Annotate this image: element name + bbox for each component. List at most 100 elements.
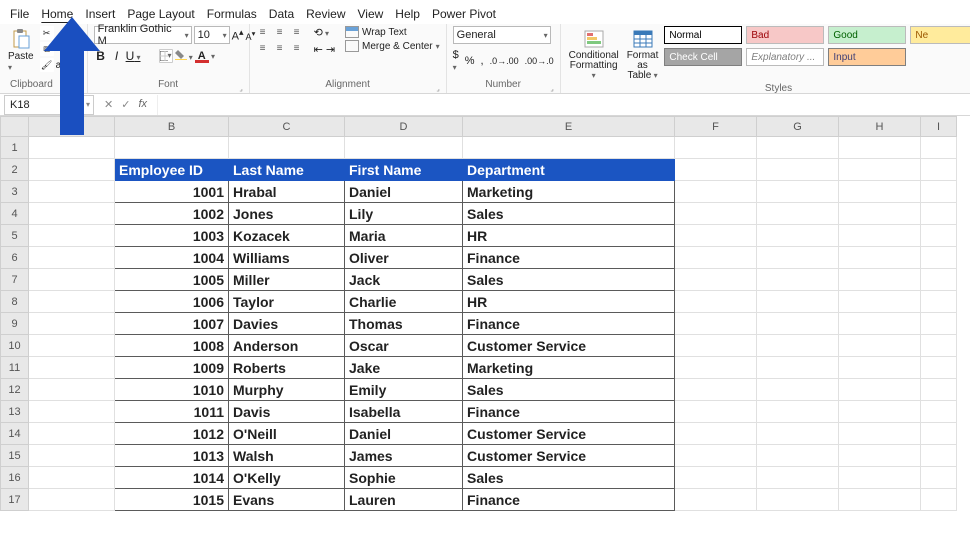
cell[interactable] bbox=[921, 313, 957, 335]
cell[interactable] bbox=[757, 357, 839, 379]
cell[interactable]: Emily bbox=[345, 379, 463, 401]
cell[interactable]: Jones bbox=[229, 203, 345, 225]
col-header-g[interactable]: G bbox=[757, 117, 839, 137]
formula-input[interactable] bbox=[157, 95, 970, 115]
cell[interactable]: Davis bbox=[229, 401, 345, 423]
cell[interactable]: Last Name bbox=[229, 159, 345, 181]
style-check-cell[interactable]: Check Cell bbox=[664, 48, 742, 66]
cell[interactable]: Roberts bbox=[229, 357, 345, 379]
cell[interactable] bbox=[675, 137, 757, 159]
cell[interactable] bbox=[29, 489, 115, 511]
row-header[interactable]: 12 bbox=[1, 379, 29, 401]
cell[interactable] bbox=[29, 247, 115, 269]
cell[interactable]: 1007 bbox=[115, 313, 229, 335]
cell[interactable] bbox=[29, 225, 115, 247]
cell[interactable]: 1011 bbox=[115, 401, 229, 423]
cell[interactable] bbox=[675, 335, 757, 357]
style-explanatory-[interactable]: Explanatory ... bbox=[746, 48, 824, 66]
menu-help[interactable]: Help bbox=[395, 7, 420, 21]
cell[interactable] bbox=[757, 247, 839, 269]
cell[interactable] bbox=[921, 291, 957, 313]
menu-view[interactable]: View bbox=[358, 7, 384, 21]
cell[interactable]: Maria bbox=[345, 225, 463, 247]
cell[interactable] bbox=[757, 401, 839, 423]
cell[interactable]: Sales bbox=[463, 379, 675, 401]
cell[interactable]: 1006 bbox=[115, 291, 229, 313]
align-right[interactable]: ≡ bbox=[290, 42, 304, 56]
cell[interactable]: 1008 bbox=[115, 335, 229, 357]
col-header-h[interactable]: H bbox=[839, 117, 921, 137]
cell[interactable]: Evans bbox=[229, 489, 345, 511]
underline-button[interactable]: U bbox=[126, 49, 141, 63]
cell[interactable] bbox=[463, 137, 675, 159]
cell[interactable] bbox=[675, 401, 757, 423]
cell[interactable]: 1013 bbox=[115, 445, 229, 467]
cell[interactable] bbox=[29, 401, 115, 423]
cell[interactable] bbox=[921, 247, 957, 269]
merge-center-button[interactable]: Merge & Center bbox=[345, 40, 440, 52]
font-size-select[interactable]: 10 bbox=[194, 26, 230, 44]
cell[interactable]: Sophie bbox=[345, 467, 463, 489]
cell[interactable]: Anderson bbox=[229, 335, 345, 357]
style-normal[interactable]: Normal bbox=[664, 26, 742, 44]
cell[interactable] bbox=[29, 423, 115, 445]
cell[interactable]: Marketing bbox=[463, 181, 675, 203]
cell[interactable] bbox=[757, 467, 839, 489]
cell[interactable] bbox=[29, 269, 115, 291]
cell[interactable] bbox=[675, 423, 757, 445]
italic-button[interactable]: I bbox=[110, 49, 124, 63]
col-header-i[interactable]: I bbox=[921, 117, 957, 137]
cell[interactable] bbox=[229, 137, 345, 159]
cell[interactable]: Employee ID bbox=[115, 159, 229, 181]
row-header[interactable]: 14 bbox=[1, 423, 29, 445]
cell[interactable]: Charlie bbox=[345, 291, 463, 313]
cell[interactable] bbox=[839, 269, 921, 291]
align-top[interactable]: ≡ bbox=[256, 26, 270, 40]
cell[interactable] bbox=[675, 247, 757, 269]
cell[interactable] bbox=[675, 225, 757, 247]
cell[interactable]: Isabella bbox=[345, 401, 463, 423]
cell[interactable] bbox=[921, 489, 957, 511]
menu-review[interactable]: Review bbox=[306, 7, 345, 21]
cell[interactable]: Customer Service bbox=[463, 445, 675, 467]
cell[interactable]: Department bbox=[463, 159, 675, 181]
cell[interactable] bbox=[29, 181, 115, 203]
cell[interactable]: Williams bbox=[229, 247, 345, 269]
row-header[interactable]: 8 bbox=[1, 291, 29, 313]
increase-indent[interactable]: ⇥ bbox=[326, 43, 335, 56]
col-header-c[interactable]: C bbox=[229, 117, 345, 137]
menu-formulas[interactable]: Formulas bbox=[207, 7, 257, 21]
cancel-formula-button[interactable]: ✕ bbox=[104, 98, 113, 111]
cell[interactable] bbox=[839, 291, 921, 313]
cell[interactable] bbox=[921, 379, 957, 401]
cell[interactable]: Sales bbox=[463, 203, 675, 225]
cell[interactable] bbox=[921, 335, 957, 357]
cell[interactable]: James bbox=[345, 445, 463, 467]
insert-function-button[interactable]: fx bbox=[138, 98, 147, 111]
cell[interactable] bbox=[757, 269, 839, 291]
menu-data[interactable]: Data bbox=[269, 7, 294, 21]
cell[interactable] bbox=[757, 203, 839, 225]
cell[interactable] bbox=[757, 313, 839, 335]
row-header[interactable]: 7 bbox=[1, 269, 29, 291]
cell[interactable] bbox=[839, 313, 921, 335]
cell[interactable] bbox=[675, 489, 757, 511]
cell[interactable]: Hrabal bbox=[229, 181, 345, 203]
cell[interactable]: Customer Service bbox=[463, 335, 675, 357]
row-header[interactable]: 4 bbox=[1, 203, 29, 225]
cell[interactable] bbox=[839, 467, 921, 489]
fill-color-button[interactable] bbox=[175, 48, 193, 63]
cell[interactable]: Jake bbox=[345, 357, 463, 379]
column-headers[interactable]: A B C D E F G H I bbox=[1, 117, 957, 137]
conditional-formatting-button[interactable]: Conditional Formatting bbox=[567, 26, 621, 83]
paste-button[interactable]: Paste bbox=[6, 26, 36, 75]
cell[interactable] bbox=[757, 291, 839, 313]
cell[interactable] bbox=[29, 357, 115, 379]
col-header-b[interactable]: B bbox=[115, 117, 229, 137]
cell[interactable] bbox=[29, 467, 115, 489]
cell[interactable] bbox=[757, 335, 839, 357]
cell[interactable] bbox=[115, 137, 229, 159]
cell[interactable]: First Name bbox=[345, 159, 463, 181]
cell[interactable] bbox=[839, 247, 921, 269]
cell[interactable]: Oscar bbox=[345, 335, 463, 357]
